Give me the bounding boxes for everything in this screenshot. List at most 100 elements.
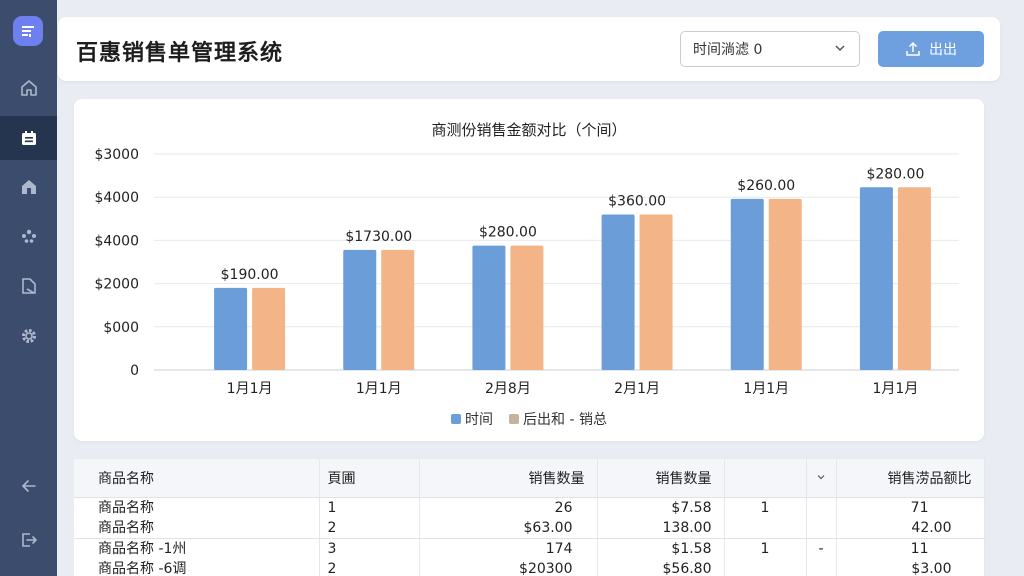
sidebar-item-settings[interactable] [0,314,57,358]
bar-series-1 [472,245,506,370]
bar-series-1 [601,214,635,370]
table-cell: 1 [724,538,807,559]
bar-series-2 [897,187,931,370]
page-title: 百惠销售单管理系统 [76,41,284,66]
table-cell: 商品名称 [74,517,320,539]
sidebar-item-orders[interactable] [0,116,57,160]
data-label: $280.00 [479,225,537,241]
chevron-down-icon [817,474,825,480]
table-cell: 商品名称 -6调 [74,558,320,576]
bar-series-2 [510,245,544,370]
x-tick-label: 1月1月 [743,381,789,397]
y-tick-label: $000 [103,320,139,336]
y-tick-label: $2000 [94,277,139,293]
table-cell: 1 [319,497,420,518]
data-label: $260.00 [737,178,795,194]
legend-item-series-1[interactable]: 时间 [451,409,493,429]
table-cell: $56.80 [597,558,725,576]
sidebar-item-store[interactable] [0,165,57,209]
x-tick-label: 1月1月 [227,381,273,397]
bar-series-1 [730,198,764,370]
table-cell: $7.58 [597,497,725,518]
column-header [724,459,807,498]
table-cell: 138.00 [597,517,725,539]
logout-button[interactable] [0,518,57,562]
logout-icon [21,533,37,547]
column-header[interactable]: 销售数量 [419,459,598,498]
gear-icon [21,329,36,343]
legend-label: 时间 [465,412,494,428]
data-label: $360.00 [608,193,666,209]
sidebar-item-team[interactable] [0,214,57,258]
sidebar [0,0,57,576]
table-cell [806,497,837,518]
home-icon [20,80,37,96]
x-tick-label: 2月1月 [614,381,660,397]
data-label: $1730.00 [345,229,412,245]
table-cell: 2 [319,558,420,576]
x-tick-label: 1月1月 [356,381,402,397]
table-cell: 3 [319,538,420,559]
y-tick-label: 0 [130,363,139,379]
sales-table: 商品名称 頁圃 销售数量 销售数量 销售涝品额比 商品名称 1 26 $7.58… [74,459,985,576]
bar-series-2 [381,249,415,370]
report-icon [21,278,36,294]
export-button[interactable]: 出出 [878,31,984,67]
team-icon [21,229,36,243]
y-tick-label: $4000 [94,190,139,206]
y-tick-label: $4000 [94,233,139,249]
export-label: 出出 [929,42,957,58]
x-tick-label: 2月8月 [485,381,531,397]
table-cell: $20300 [419,558,598,576]
table-cell: 商品名称 -1州 [74,538,320,559]
chart-title: 商测份销售金额对比（个间） [431,121,627,139]
upload-icon [906,41,920,56]
table-cell: 1 [724,497,807,518]
store-icon [21,180,36,194]
time-filter-value: 时间淌滤 0 [693,42,763,58]
table-cell: 商品名称 [74,497,320,518]
table-header-row: 商品名称 頁圃 销售数量 销售数量 销售涝品额比 [74,459,985,498]
time-filter-select[interactable]: 时间淌滤 0 [680,31,860,67]
back-arrow-icon [21,480,36,492]
column-header[interactable]: 销售涝品额比 [836,459,985,498]
table-cell [724,517,807,539]
legend-item-series-2[interactable]: 后出和 - 销总 [509,409,607,429]
bar-series-2 [768,198,802,370]
back-button[interactable] [0,464,57,508]
sales-chart-card: 0 $000 $2000 $4000 $4000 $3000 $190.00 1月1月 $173… [74,99,984,441]
table-cell: $3.00 [836,558,985,576]
app-logo-icon [13,16,43,46]
table-row[interactable]: 商品名称 -6调 2 $20300 $56.80 $3.00 [74,558,985,576]
bar-chart: 0 $000 $2000 $4000 $4000 $3000 $190.00 1月1月 $173… [94,147,959,397]
column-header[interactable]: 商品名称 [74,459,320,498]
header-bar: 百惠销售单管理系统 时间淌滤 0 出出 [58,17,1000,81]
table-cell: 71 [836,497,985,518]
sidebar-item-report[interactable] [0,264,57,308]
sidebar-item-home[interactable] [0,66,57,110]
table-row[interactable]: 商品名称 -1州 3 174 $1.58 1 - 11 [74,538,985,559]
bar-series-2 [252,287,286,370]
table-row[interactable]: 商品名称 1 26 $7.58 1 71 [74,497,985,518]
column-header[interactable] [806,459,837,498]
x-tick-label: 1月1月 [873,381,919,397]
bar-series-1 [214,287,248,370]
table-cell: 174 [419,538,598,559]
legend-swatch [509,414,520,424]
table-cell [806,517,837,539]
column-header[interactable]: 销售数量 [597,459,725,498]
table-cell: $1.58 [597,538,725,559]
column-header[interactable]: 頁圃 [319,459,420,498]
bar-series-1 [343,249,377,370]
table-cell: 26 [419,497,598,518]
table-row[interactable]: 商品名称 2 $63.00 138.00 42.00 [74,517,985,539]
legend-swatch [451,414,462,424]
y-tick-label: $3000 [94,147,139,163]
table-cell: $63.00 [419,517,598,539]
orders-icon [21,131,36,145]
table-cell: 42.00 [836,517,985,539]
table-cell: - [806,538,837,559]
chart-legend: 时间 后出和 - 销总 [74,409,984,429]
table-cell: 11 [836,538,985,559]
bar-series-2 [639,214,673,370]
